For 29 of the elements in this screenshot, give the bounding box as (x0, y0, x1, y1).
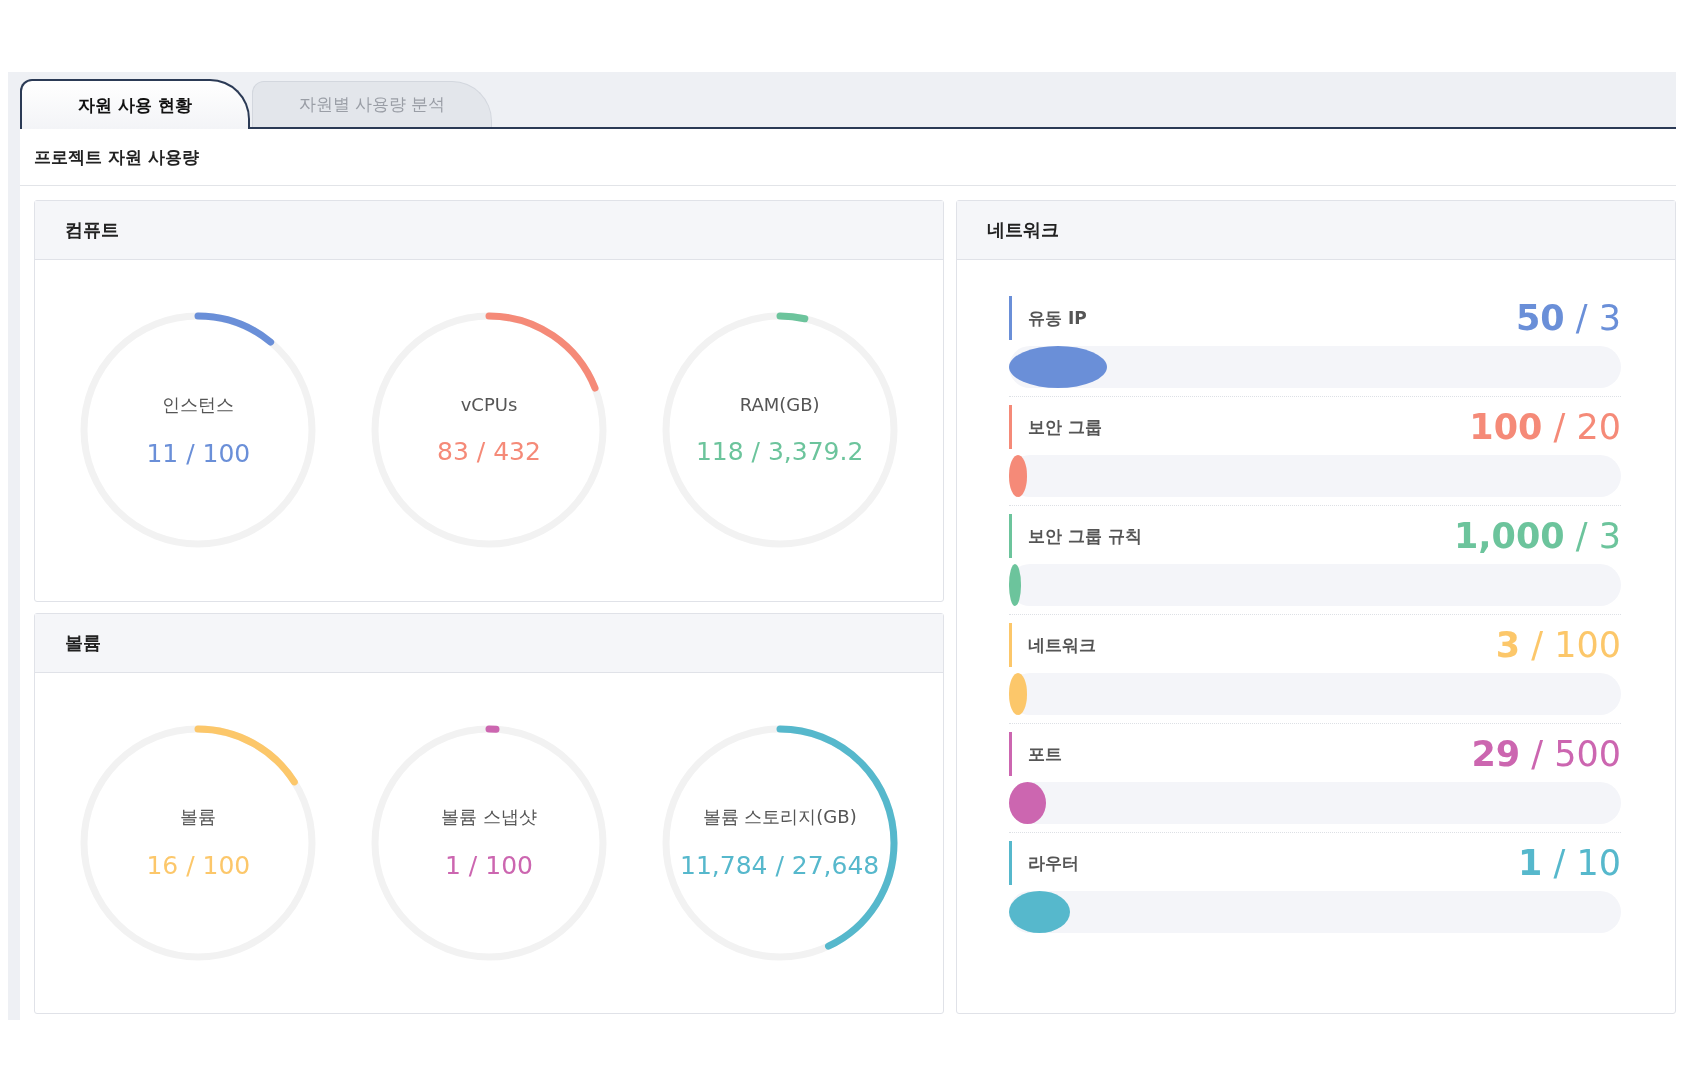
usage-value: 1 / 10 (1518, 843, 1621, 883)
resource-label: 보안 그룹 규칙 (1009, 514, 1142, 558)
card-title: 네트워크 (957, 201, 1675, 260)
resource-label: 포트 (1009, 732, 1062, 776)
usage-value: 1,000 / 3 (1453, 516, 1621, 556)
gauge-label: 볼륨 (180, 805, 217, 830)
tab[interactable]: 자원 사용 현황 (20, 79, 250, 129)
gauge-value: 1 / 100 (445, 851, 533, 881)
gauge-label: vCPUs (460, 394, 518, 416)
gauge-label: RAM(GB) (739, 394, 820, 416)
usage-value: 29 / 500 (1471, 734, 1621, 774)
resource-label: 라우터 (1009, 841, 1079, 885)
gauge-label: 볼륨 스냅샷 (441, 805, 537, 830)
gauge-label: 볼륨 스토리지(GB) (702, 805, 857, 830)
card-title: 컴퓨트 (35, 201, 943, 260)
gauge-label: 인스턴스 (162, 392, 235, 417)
resource-label: 유동 IP (1009, 296, 1087, 340)
gauge-value: 11 / 100 (146, 438, 251, 468)
usage-value: 50 / 3 (1515, 298, 1621, 338)
card-title: 볼륨 (35, 613, 943, 673)
usage-value: 3 / 100 (1495, 625, 1621, 665)
usage-value: 100 / 20 (1469, 407, 1621, 447)
resource-label: 네트워크 (1009, 623, 1096, 667)
gauge-value: 83 / 432 (437, 437, 541, 467)
gauge-value: 118 / 3,379.2 (695, 437, 864, 467)
page-title: 프로젝트 자원 사용량 (20, 129, 1676, 186)
gauge-value: 16 / 100 (146, 851, 251, 881)
gauge-value: 11,784 / 27,648 (680, 851, 880, 881)
resource-label: 보안 그룹 (1009, 405, 1102, 449)
